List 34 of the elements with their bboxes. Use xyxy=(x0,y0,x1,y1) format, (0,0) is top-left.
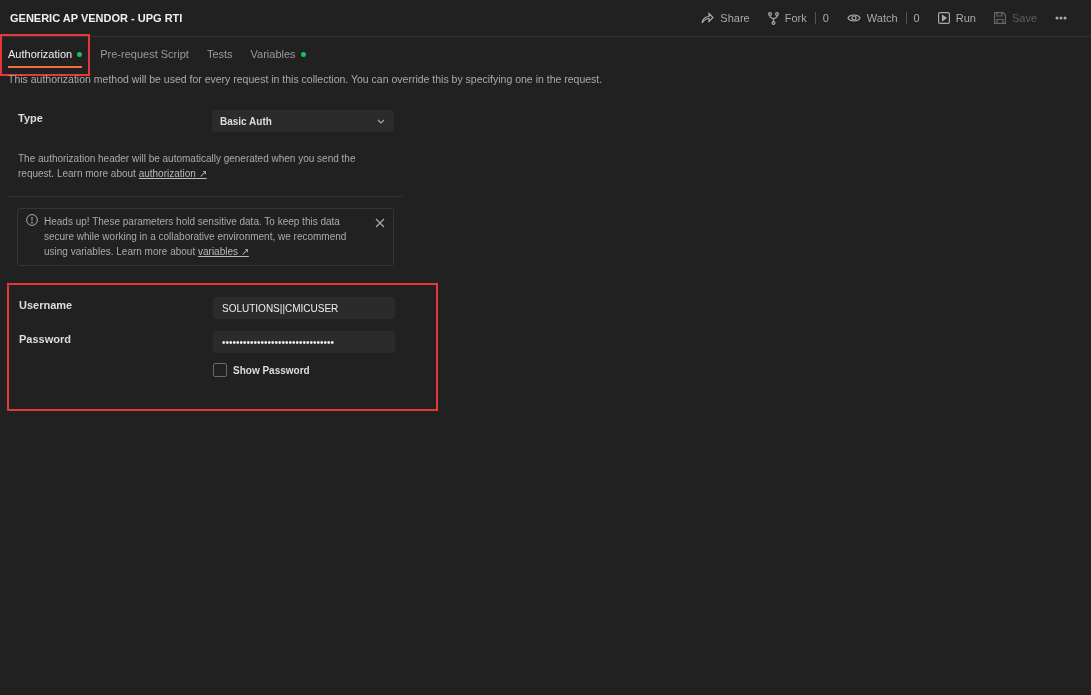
close-icon xyxy=(375,218,385,228)
auth-type-dropdown[interactable]: Basic Auth xyxy=(212,110,394,132)
type-label: Type xyxy=(18,111,44,126)
username-field[interactable]: SOLUTIONS||CMICUSER xyxy=(213,297,395,319)
collection-title: GENERIC AP VENDOR - UPG RTI xyxy=(10,12,184,24)
tab[interactable]: Pre-request Script xyxy=(100,42,189,68)
fork-button[interactable]: Fork xyxy=(767,11,807,25)
checkbox[interactable] xyxy=(213,363,227,377)
help-text: The authorization header will be automatically generated when you send the request. Learn more about authorization ↗ xyxy=(18,152,357,181)
tab[interactable]: Tests xyxy=(206,42,233,68)
password-field[interactable]: •••••••••••••••••••••••••••••••• xyxy=(213,331,395,353)
play-icon xyxy=(937,12,950,24)
fork-icon xyxy=(767,11,779,25)
description-text: This authorization method will be used for every request in this collection. You can override this by specifying one in the request. xyxy=(8,73,604,85)
username-label: Username xyxy=(19,298,74,313)
tab[interactable]: Authorization xyxy=(8,42,83,68)
authorization-link[interactable]: authorization ↗ xyxy=(138,168,207,179)
run-button[interactable]: Run xyxy=(937,12,976,24)
watch-button[interactable]: Watch xyxy=(846,12,898,24)
share-button[interactable]: Share xyxy=(701,12,750,24)
warning-text: Heads up! These parameters hold sensitive data. To keep this data secure while working in a collaborative environment, we recommend using variables. Learn more about variables ↗ xyxy=(44,215,348,259)
password-label: Password xyxy=(19,332,72,347)
count-label: 0 xyxy=(814,12,829,24)
chevron-down-icon xyxy=(377,118,385,124)
tab[interactable]: Variables xyxy=(250,42,306,68)
eye-icon xyxy=(846,13,861,23)
info-icon xyxy=(26,214,38,226)
variables-link[interactable]: variables ↗ xyxy=(198,246,249,257)
close-button[interactable] xyxy=(375,218,385,228)
show-password-label: Show Password xyxy=(233,364,310,376)
share-arrow-icon xyxy=(701,12,715,24)
count-label: 0 xyxy=(905,12,920,24)
ellipsis-icon xyxy=(1055,16,1067,20)
more-button[interactable] xyxy=(1055,16,1067,20)
